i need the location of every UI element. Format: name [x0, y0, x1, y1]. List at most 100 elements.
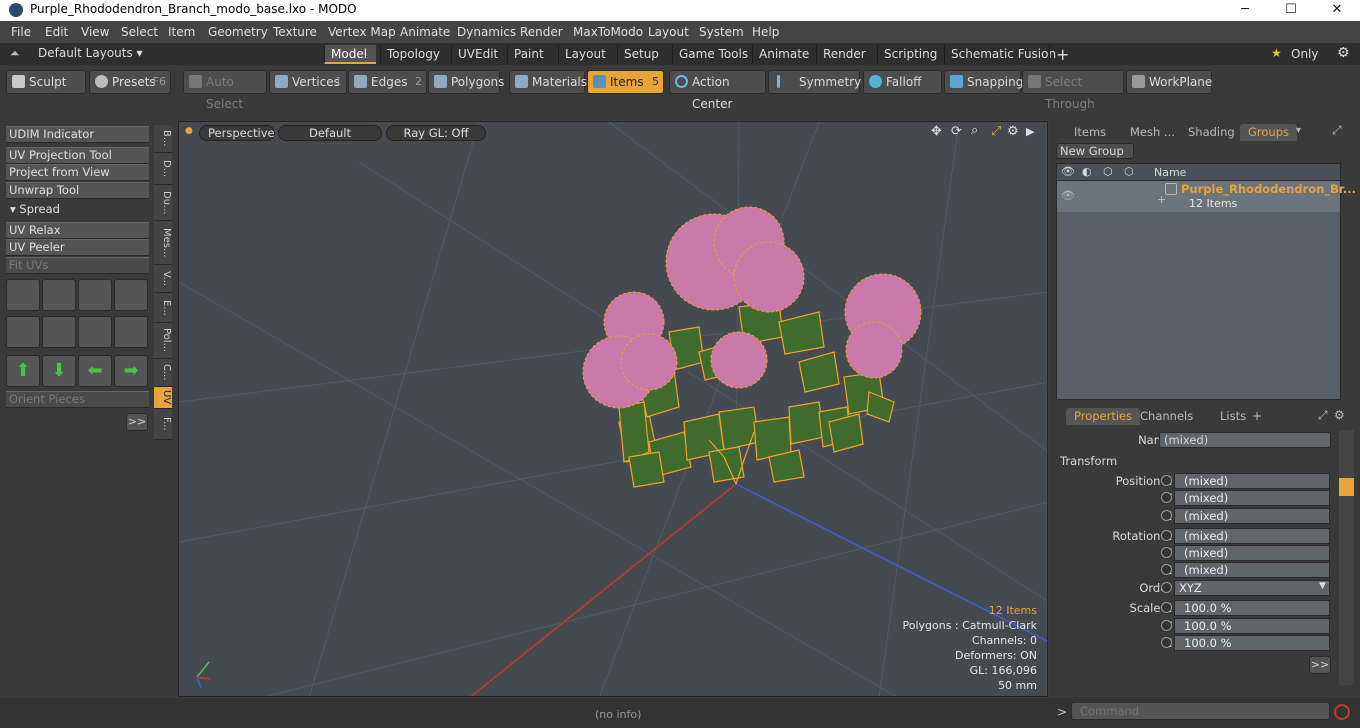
uv-cube-icon[interactable] [114, 316, 148, 348]
menu-layout[interactable]: Layout [648, 25, 689, 39]
menu-maxtomodo[interactable]: MaxToModo [573, 25, 643, 39]
minimize-button[interactable]: ─ [1222, 0, 1268, 21]
arrow-right-icon[interactable]: ➡ [114, 355, 148, 387]
menu-item[interactable]: Item [168, 25, 195, 39]
menu-geometry[interactable]: Geometry [208, 25, 268, 39]
new-group-button[interactable]: New Group [1056, 143, 1134, 159]
vtab-uv[interactable]: UV [154, 387, 172, 409]
polygons-button[interactable]: Polygons [428, 70, 504, 94]
scale-x-key[interactable] [1161, 602, 1172, 613]
order-key[interactable] [1161, 582, 1172, 593]
rotation-y-key[interactable] [1161, 547, 1172, 558]
tab-uvedit[interactable]: UVEdit [451, 45, 504, 64]
order-dropdown[interactable]: XYZ [1174, 580, 1330, 596]
workplane-button[interactable]: WorkPlane [1126, 70, 1212, 94]
expand-group-icon[interactable]: + [1157, 193, 1166, 206]
command-input[interactable] [1071, 702, 1330, 720]
uv-move-icon[interactable] [78, 279, 112, 311]
rotation-x-key[interactable] [1161, 530, 1172, 541]
viewport-menu-icon[interactable]: ● [185, 126, 193, 136]
3d-viewport[interactable]: ● Perspective Default Ray GL: Off ✥ ⟳ ⌕ … [178, 121, 1048, 697]
maximize-viewport-icon[interactable]: ⤢ [991, 124, 1001, 139]
vtab-b[interactable]: B... [154, 125, 172, 153]
vertices-button[interactable]: Vertices 1 [269, 70, 347, 94]
props-side-tab-active[interactable] [1339, 478, 1354, 496]
tab-game-tools[interactable]: Game Tools [672, 45, 754, 64]
arrow-up-icon[interactable]: ⬆ [6, 355, 40, 387]
udim-indicator-button[interactable]: UDIM Indicator [6, 126, 149, 143]
rotate-view-icon[interactable]: ⟳ [951, 124, 962, 139]
unwrap-tool-button[interactable]: Unwrap Tool [6, 182, 149, 199]
name-field[interactable]: (mixed) [1159, 432, 1331, 448]
perspective-dropdown[interactable]: Perspective [199, 125, 275, 141]
tab-layout[interactable]: Layout [558, 45, 612, 64]
tab-model[interactable]: Model [324, 45, 376, 64]
more-props-button[interactable]: >> [1309, 656, 1331, 674]
visibility-eye-icon[interactable]: 👁 [1061, 189, 1075, 202]
symmetry-button[interactable]: Symmetry [768, 70, 861, 94]
position-y-key[interactable] [1161, 492, 1172, 503]
uv-rotate-icon[interactable] [42, 279, 76, 311]
menu-help[interactable]: Help [752, 25, 779, 39]
rotation-z-key[interactable] [1161, 564, 1172, 575]
default-shading-dropdown[interactable]: Default [278, 125, 382, 141]
tab-items[interactable]: Items [1066, 124, 1114, 141]
scale-z-field[interactable]: 100.0 % [1174, 635, 1330, 651]
action-center-button[interactable]: Action Center [669, 70, 766, 111]
auto-select-button[interactable]: Auto Select [183, 70, 267, 111]
edges-button[interactable]: Edges 2 [348, 70, 427, 94]
vtab-v[interactable]: V... [154, 265, 172, 293]
scale-z-key[interactable] [1161, 637, 1172, 648]
scale-y-key[interactable] [1161, 620, 1172, 631]
menu-system[interactable]: System [699, 25, 744, 39]
move-view-icon[interactable]: ✥ [931, 124, 942, 139]
expand-props-icon[interactable]: ⤢ [1318, 408, 1328, 423]
menu-edit[interactable]: Edit [45, 25, 68, 39]
arrow-left-icon[interactable]: ⬅ [78, 355, 112, 387]
record-icon[interactable] [1334, 704, 1350, 720]
vtab-pol[interactable]: Pol... [154, 323, 172, 359]
tab-setup[interactable]: Setup [617, 45, 665, 64]
position-x-field[interactable]: (mixed) [1174, 473, 1330, 489]
uv-box-icon[interactable] [114, 279, 148, 311]
position-z-key[interactable] [1161, 510, 1172, 521]
layout-up-icon[interactable]: ⏶ [10, 46, 20, 61]
project-from-view-button[interactable]: Project from View [6, 164, 149, 181]
vtab-e[interactable]: E... [154, 293, 172, 323]
menu-dynamics[interactable]: Dynamics [457, 25, 516, 39]
tab-groups[interactable]: Groups [1240, 124, 1298, 141]
more-tools-button[interactable]: >> [126, 413, 148, 431]
position-x-key[interactable] [1161, 475, 1172, 486]
select-column-icon[interactable]: ⬡ [1124, 165, 1134, 178]
menu-view[interactable]: View [81, 25, 109, 39]
items-button[interactable]: Items 5 [587, 70, 664, 94]
render-column-icon[interactable]: ◐ [1082, 165, 1092, 178]
tab-shading[interactable]: Shading [1180, 124, 1243, 141]
orient-pieces-button[interactable]: Orient Pieces [6, 391, 149, 408]
tab-mesh[interactable]: Mesh ... [1122, 124, 1183, 141]
arrow-down-icon[interactable]: ⬇ [42, 355, 76, 387]
rhododendron-model[interactable] [582, 206, 922, 488]
position-y-field[interactable]: (mixed) [1174, 490, 1330, 506]
maximize-button[interactable]: ☐ [1268, 0, 1314, 21]
zoom-view-icon[interactable]: ⌕ [971, 123, 978, 138]
scale-x-field[interactable]: 100.0 % [1174, 600, 1330, 616]
spread-section-header[interactable]: ▾ Spread [6, 202, 149, 219]
vtab-f[interactable]: F... [154, 409, 172, 440]
tab-scripting[interactable]: Scripting [877, 45, 943, 64]
only-toggle[interactable]: Only [1291, 47, 1319, 61]
rotation-y-field[interactable]: (mixed) [1174, 545, 1330, 561]
group-row[interactable]: 👁 + Purple_Rhododendron_Br... 12 Items [1057, 181, 1356, 212]
tab-render[interactable]: Render [816, 45, 872, 64]
menu-file[interactable]: File [11, 25, 31, 39]
menu-animate[interactable]: Animate [400, 25, 450, 39]
uv-relax-button[interactable]: UV Relax [6, 222, 149, 239]
uv-sphere-icon[interactable] [6, 316, 40, 348]
tab-lists[interactable]: Lists [1212, 408, 1254, 425]
vtab-du[interactable]: Du... [154, 185, 172, 221]
tabs-dropdown-icon[interactable]: ▾ [1296, 125, 1301, 136]
uv-projection-tool-button[interactable]: UV Projection Tool [6, 147, 149, 164]
sculpt-button[interactable]: Sculpt [6, 70, 86, 94]
visibility-column-icon[interactable]: 👁 [1061, 165, 1075, 178]
tab-paint[interactable]: Paint [507, 45, 550, 64]
